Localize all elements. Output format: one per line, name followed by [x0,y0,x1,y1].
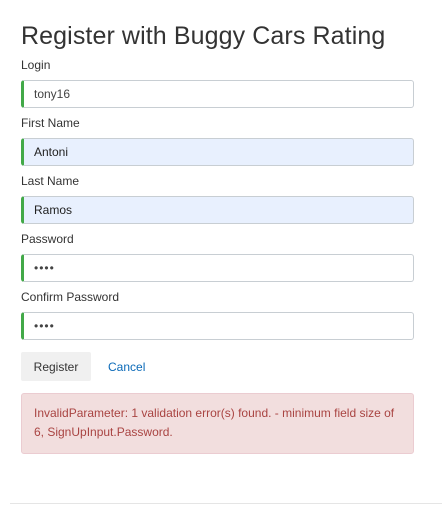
bottom-divider [10,503,442,504]
password-label: Password [21,232,74,246]
last-name-label: Last Name [21,174,80,188]
cancel-link[interactable]: Cancel [108,360,145,374]
confirm-password-input[interactable] [21,312,414,340]
first-name-group: First Name [21,116,414,166]
first-name-label: First Name [21,116,80,130]
form-actions: Register Cancel [21,352,414,381]
last-name-group: Last Name [21,174,414,224]
last-name-input[interactable] [21,196,414,224]
login-input[interactable] [21,80,414,108]
confirm-password-label: Confirm Password [21,290,120,304]
register-form: Login First Name Last Name Password Conf… [21,58,414,381]
login-group: Login [21,58,414,108]
page-title: Register with Buggy Cars Rating [21,22,386,50]
register-form-container: Register with Buggy Cars Rating Login Fi… [21,0,414,454]
login-label: Login [21,58,51,72]
error-alert: InvalidParameter: 1 validation error(s) … [21,393,414,454]
register-button[interactable]: Register [21,352,91,381]
password-input[interactable] [21,254,414,282]
password-group: Password [21,232,414,282]
confirm-password-group: Confirm Password [21,290,414,340]
first-name-input[interactable] [21,138,414,166]
